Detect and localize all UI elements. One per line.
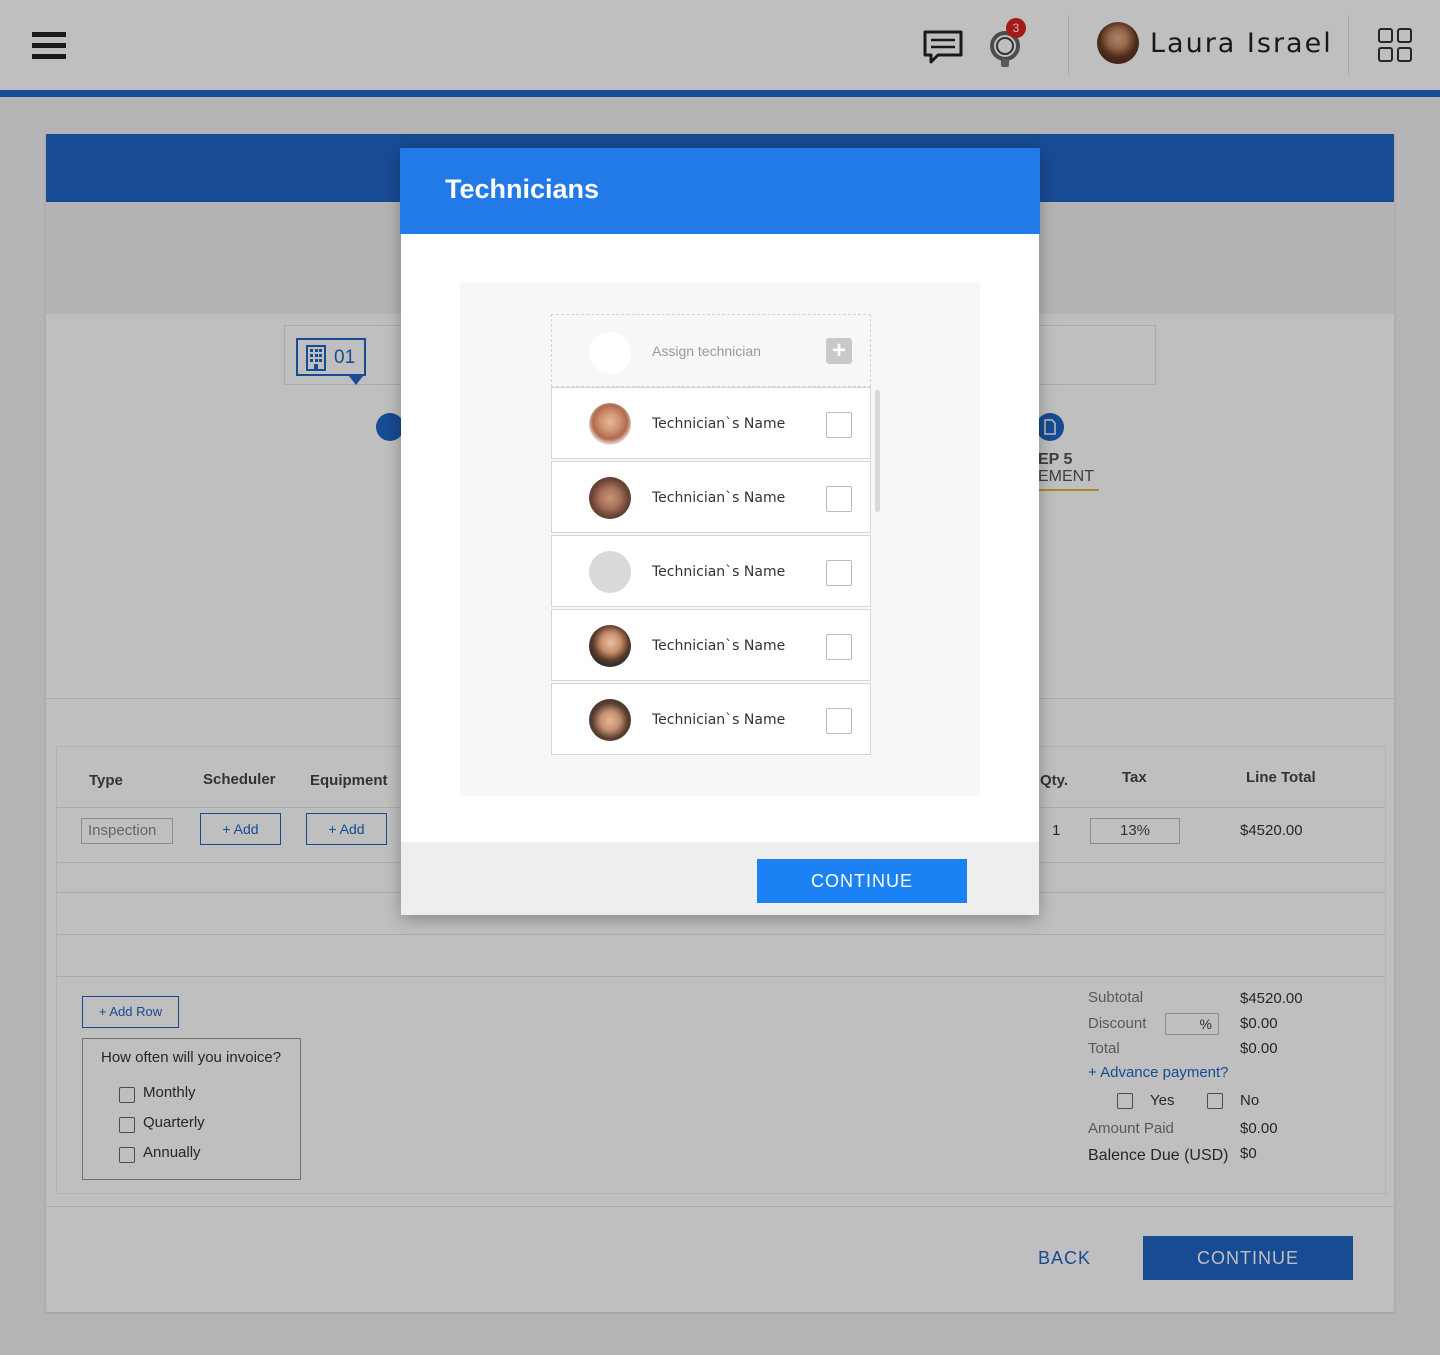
assign-technician-label: Assign technician: [652, 343, 761, 359]
technician-name: Technician`s Name: [652, 638, 786, 654]
technician-row[interactable]: Technician`s Name: [551, 609, 871, 681]
technician-checkbox[interactable]: [826, 486, 852, 512]
technician-checkbox[interactable]: [826, 560, 852, 586]
technician-name: Technician`s Name: [652, 712, 786, 728]
modal-title: Technicians: [445, 174, 600, 204]
technician-checkbox[interactable]: [826, 634, 852, 660]
assign-technician-row[interactable]: Assign technician +: [551, 314, 871, 387]
technician-name: Technician`s Name: [652, 564, 786, 580]
technician-avatar: [589, 699, 631, 741]
technician-checkbox[interactable]: [826, 412, 852, 438]
technician-name: Technician`s Name: [652, 490, 786, 506]
add-technician-plus-icon[interactable]: +: [826, 338, 852, 364]
technician-row[interactable]: Technician`s Name: [551, 461, 871, 533]
technician-checkbox[interactable]: [826, 708, 852, 734]
technician-list[interactable]: Technician`s Name Technician`s Name Tech…: [551, 387, 872, 756]
technician-name: Technician`s Name: [652, 416, 786, 432]
technician-avatar-placeholder: [589, 551, 631, 593]
empty-avatar: [589, 332, 631, 374]
technician-row[interactable]: Technician`s Name: [551, 535, 871, 607]
technician-row[interactable]: Technician`s Name: [551, 683, 871, 755]
technician-avatar: [589, 625, 631, 667]
technician-list-scrollbar[interactable]: [875, 390, 880, 512]
technician-row[interactable]: Technician`s Name: [551, 387, 871, 459]
modal-continue-button[interactable]: CONTINUE: [757, 859, 967, 903]
technician-avatar: [589, 403, 631, 445]
technician-avatar: [589, 477, 631, 519]
